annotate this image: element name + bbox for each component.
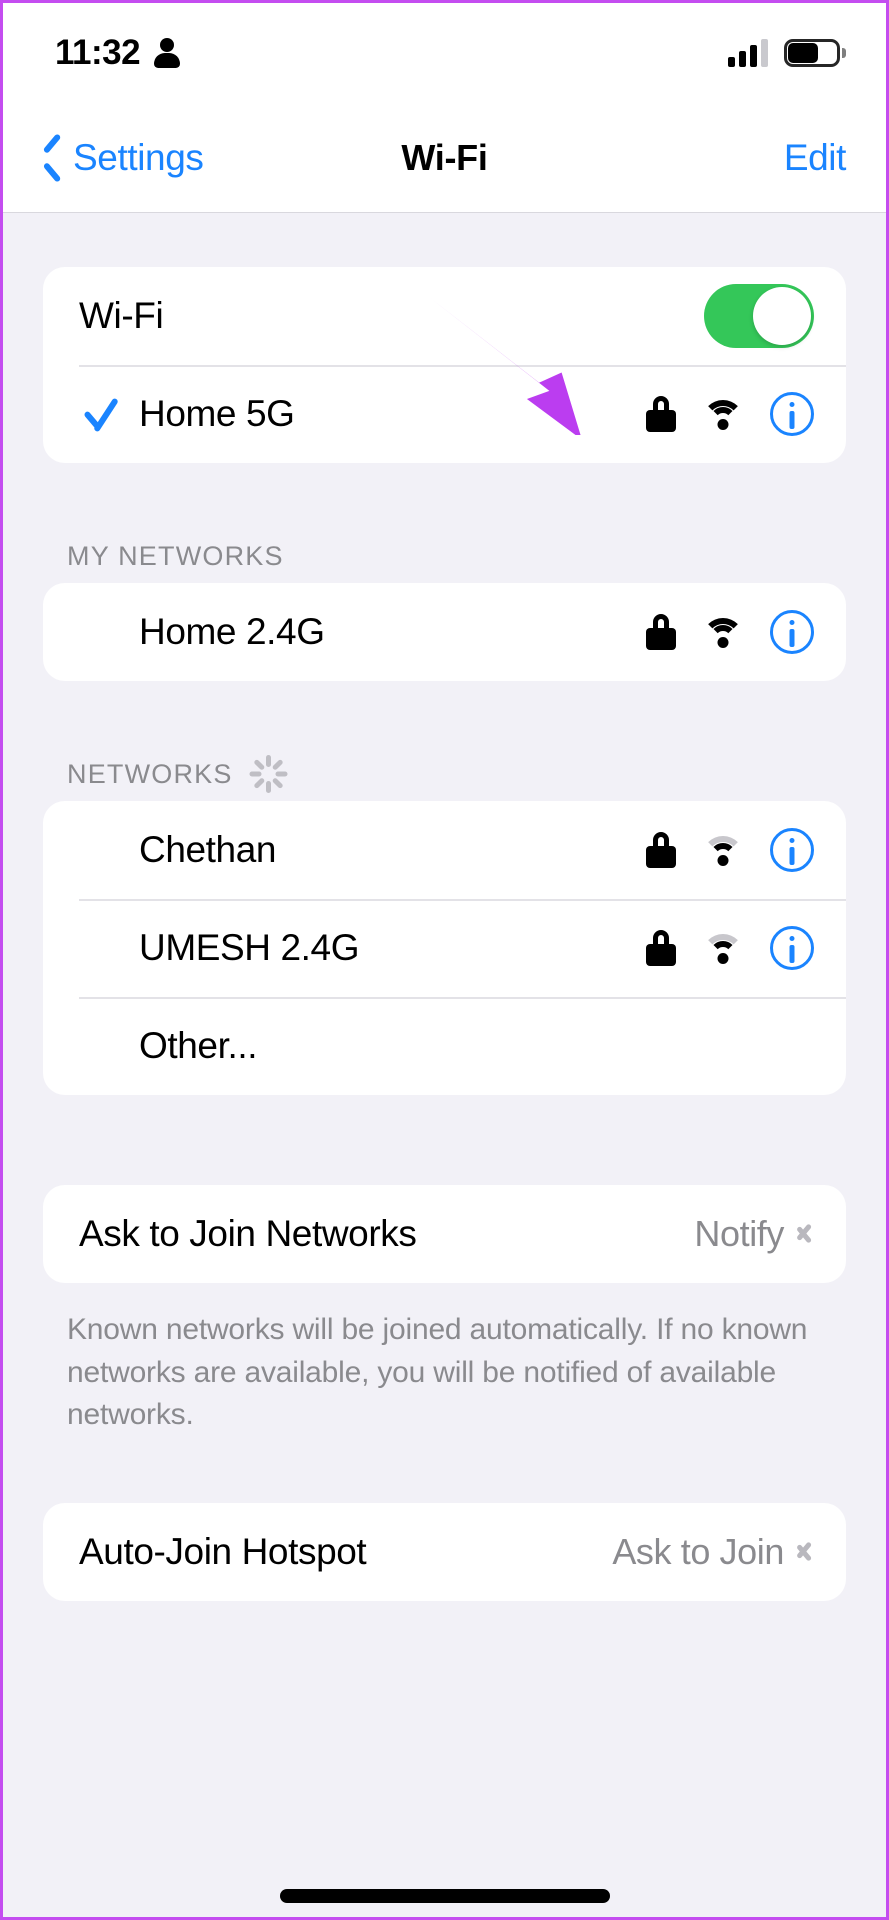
network-icons: [646, 610, 814, 654]
wifi-signal-icon: [702, 834, 744, 866]
auto-join-hotspot-row[interactable]: Auto-Join Hotspot Ask to Join: [43, 1503, 846, 1601]
home-indicator: [279, 1889, 610, 1903]
battery-icon: [784, 39, 846, 67]
networks-header: NETWORKS: [43, 747, 846, 801]
my-networks-card: Home 2.4G: [43, 583, 846, 681]
connected-network-icons: [646, 392, 814, 436]
wifi-card: Wi-Fi Home 5G: [43, 267, 846, 463]
phone-screen: 11:32 Settings Wi-Fi Edit Wi-Fi Home 5G …: [0, 0, 889, 1920]
chevron-left-icon: [43, 141, 63, 175]
scanning-spinner-icon: [249, 754, 289, 794]
networks-card: Chethan UMESH 2.4G Other...: [43, 801, 846, 1095]
ask-to-join-label: Ask to Join Networks: [79, 1213, 417, 1254]
wifi-signal-icon: [702, 932, 744, 964]
auto-join-hotspot-card: Auto-Join Hotspot Ask to Join: [43, 1502, 846, 1601]
chevron-right-icon: [798, 1219, 814, 1249]
status-bar-right: [728, 39, 846, 67]
lock-icon: [646, 930, 676, 966]
chevron-right-icon: [798, 1537, 814, 1567]
network-icons: [646, 828, 814, 872]
other-network-row[interactable]: Other...: [43, 997, 846, 1095]
info-button[interactable]: [770, 392, 814, 436]
networks-header-label: NETWORKS: [67, 758, 233, 789]
network-row[interactable]: Chethan: [43, 801, 846, 899]
auto-join-hotspot-label: Auto-Join Hotspot: [79, 1530, 367, 1572]
network-row[interactable]: Home 2.4G: [43, 583, 846, 681]
network-row[interactable]: UMESH 2.4G: [43, 899, 846, 997]
my-networks-header: MY NETWORKS: [43, 529, 846, 583]
network-name: Home 2.4G: [139, 611, 325, 652]
other-network-label: Other...: [139, 1025, 258, 1066]
lock-icon: [646, 614, 676, 650]
wifi-signal-icon: [702, 616, 744, 648]
status-bar-left: 11:32: [55, 33, 181, 73]
lock-icon: [646, 832, 676, 868]
cellular-signal-icon: [728, 39, 768, 67]
ask-to-join-value: Notify: [694, 1213, 784, 1254]
edit-button[interactable]: Edit: [784, 137, 847, 179]
info-button[interactable]: [770, 926, 814, 970]
status-time: 11:32: [55, 33, 141, 72]
info-button[interactable]: [770, 610, 814, 654]
network-name: UMESH 2.4G: [139, 927, 360, 968]
info-button[interactable]: [770, 828, 814, 872]
back-button[interactable]: Settings: [43, 137, 204, 179]
settings-list[interactable]: Wi-Fi Home 5G MY NETWORKS Home 2.4G NETW…: [3, 213, 886, 1917]
connected-network-name: Home 5G: [139, 393, 295, 434]
connected-network-row[interactable]: Home 5G: [43, 365, 846, 463]
auto-join-hotspot-value: Ask to Join: [612, 1530, 784, 1572]
back-button-label: Settings: [73, 136, 204, 178]
ask-to-join-row[interactable]: Ask to Join Networks Notify: [43, 1185, 846, 1283]
checkmark-icon: [79, 392, 123, 436]
my-networks-header-label: MY NETWORKS: [67, 540, 284, 571]
wifi-toggle-switch[interactable]: [704, 284, 814, 348]
wifi-toggle-row[interactable]: Wi-Fi: [43, 267, 846, 365]
wifi-toggle-label: Wi-Fi: [79, 295, 164, 336]
toggle-knob: [753, 287, 811, 345]
ask-to-join-footnote: Known networks will be joined automatica…: [67, 1313, 808, 1432]
ask-to-join-card: Ask to Join Networks Notify: [43, 1185, 846, 1283]
person-icon: [154, 38, 181, 68]
navigation-bar: Settings Wi-Fi Edit: [3, 103, 886, 213]
status-bar: 11:32: [3, 3, 886, 103]
network-icons: [646, 926, 814, 970]
network-name: Chethan: [139, 829, 277, 870]
lock-icon: [646, 396, 676, 432]
wifi-signal-icon: [702, 398, 744, 430]
